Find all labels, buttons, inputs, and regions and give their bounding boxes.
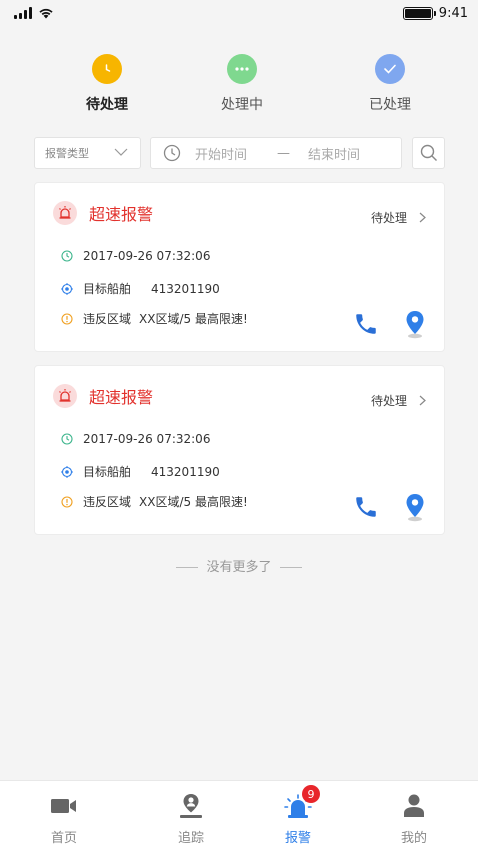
chevron-right-icon [419, 212, 426, 223]
alarm-datetime-row: 2017-09-26 07:32:06 [61, 432, 210, 446]
map-pin-icon[interactable] [403, 309, 427, 339]
step-label: 处理中 [221, 97, 263, 113]
alarm-status[interactable]: 待处理 [371, 392, 426, 409]
status-time: 9:41 [438, 5, 468, 21]
target-value: 413201190 [151, 281, 220, 296]
clock-icon [92, 54, 122, 84]
alarm-siren-icon: 9 [258, 785, 338, 819]
violation-label: 违反区域 [83, 495, 132, 509]
alarm-violation-row: 违反区域 XX区域/5 最高限速! [61, 310, 248, 327]
step-processing[interactable]: 处理中 [182, 54, 302, 114]
alarm-status[interactable]: 待处理 [371, 209, 426, 226]
clock-icon [61, 433, 75, 445]
range-separator: — [277, 145, 290, 161]
status-left [14, 7, 54, 19]
date-range-picker[interactable]: 开始时间 — 结束时间 [150, 137, 402, 169]
start-time-field[interactable]: 开始时间 [195, 144, 265, 163]
alarm-type-value: 报警类型 [45, 147, 89, 160]
check-icon [375, 54, 405, 84]
siren-icon [53, 384, 77, 408]
end-time-field[interactable]: 结束时间 [308, 144, 360, 163]
status-bar: 9:41 [0, 0, 478, 26]
tab-home[interactable]: 首页 [24, 793, 104, 846]
alarm-card[interactable]: 超速报警 待处理 2017-09-26 07:32:06 目标船舶 413201… [34, 182, 445, 352]
ellipsis-icon [227, 54, 257, 84]
target-icon [61, 282, 75, 295]
search-icon [420, 144, 437, 161]
battery-icon [402, 6, 436, 20]
alarm-card-header: 超速报警 [53, 201, 153, 225]
step-label: 待处理 [86, 97, 128, 113]
violation-label: 违反区域 [83, 312, 132, 326]
alarm-card-header: 超速报警 [53, 384, 153, 408]
wifi-icon [39, 8, 53, 19]
warning-icon [61, 312, 75, 325]
alarm-datetime-row: 2017-09-26 07:32:06 [61, 249, 210, 263]
tab-profile[interactable]: 我的 [374, 793, 454, 846]
alarm-violation-row: 违反区域 XX区域/5 最高限速! [61, 493, 248, 510]
signal-icon [14, 7, 32, 19]
alarm-target-row: 目标船舶 413201190 [61, 463, 220, 480]
target-icon [61, 465, 75, 478]
warning-icon [61, 495, 75, 508]
map-pin-icon[interactable] [403, 492, 427, 522]
chevron-right-icon [419, 395, 426, 406]
alarm-count-badge: 9 [302, 785, 320, 803]
alarm-datetime: 2017-09-26 07:32:06 [83, 432, 211, 446]
phone-icon[interactable] [353, 494, 379, 520]
alarm-type-select[interactable]: 报警类型 [34, 137, 141, 169]
step-label: 已处理 [369, 97, 411, 113]
alarm-datetime: 2017-09-26 07:32:06 [83, 249, 211, 263]
clock-icon [61, 250, 75, 262]
status-steps: 待处理 处理中 已处理 [0, 54, 478, 114]
search-button[interactable] [412, 137, 445, 169]
target-label: 目标船舶 [83, 282, 132, 296]
tab-label: 追踪 [177, 831, 204, 846]
location-person-icon [151, 793, 231, 819]
status-right: 9:41 [402, 5, 468, 21]
clock-icon [163, 144, 181, 162]
target-value: 413201190 [151, 464, 220, 479]
step-pending[interactable]: 待处理 [47, 54, 167, 114]
no-more-indicator: 没有更多了 [0, 556, 478, 575]
step-done[interactable]: 已处理 [330, 54, 450, 114]
tab-alarm[interactable]: 9 报警 [258, 785, 338, 846]
violation-value: XX区域/5 最高限速! [139, 495, 248, 509]
phone-icon[interactable] [353, 311, 379, 337]
alarm-card[interactable]: 超速报警 待处理 2017-09-26 07:32:06 目标船舶 413201… [34, 365, 445, 535]
no-more-text: 没有更多了 [206, 560, 272, 575]
alarm-status-text: 待处理 [370, 394, 407, 408]
tab-label: 首页 [50, 831, 77, 846]
tab-tracking[interactable]: 追踪 [151, 793, 231, 846]
user-icon [374, 793, 454, 819]
tab-label: 我的 [400, 831, 427, 846]
divider-line [176, 567, 199, 568]
alarm-title: 超速报警 [89, 205, 154, 224]
video-camera-icon [24, 793, 104, 819]
tab-label: 报警 [284, 831, 311, 846]
alarm-target-row: 目标船舶 413201190 [61, 280, 220, 297]
bottom-tab-bar: 首页 追踪 9 报警 我的 [0, 780, 478, 850]
alarm-title: 超速报警 [89, 388, 154, 407]
target-label: 目标船舶 [83, 465, 132, 479]
siren-icon [53, 201, 77, 225]
filter-bar: 报警类型 开始时间 — 结束时间 [34, 137, 446, 171]
divider-line [279, 567, 302, 568]
violation-value: XX区域/5 最高限速! [139, 312, 248, 326]
chevron-down-icon [114, 148, 128, 156]
alarm-status-text: 待处理 [370, 211, 407, 225]
